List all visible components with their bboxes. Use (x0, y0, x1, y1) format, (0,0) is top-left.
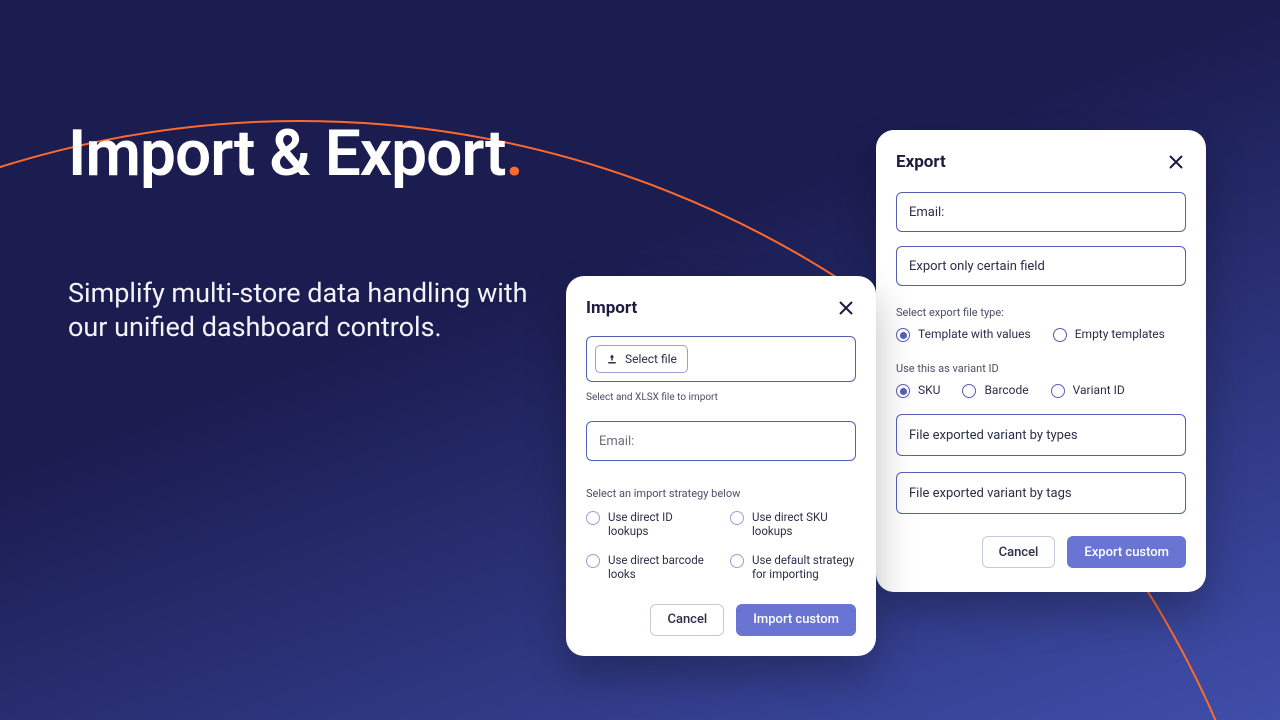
radio-use-default-strategy[interactable]: Use default strategy for importing (730, 553, 856, 582)
export-variant-id-label: Use this as variant ID (896, 362, 1186, 375)
export-only-certain-field-label: Export only certain field (909, 259, 1045, 274)
radio-dot-icon (896, 328, 910, 342)
radio-dot-icon (1053, 328, 1067, 342)
exported-variant-by-tags[interactable]: File exported variant by tags (896, 472, 1186, 514)
radio-label: Barcode (984, 383, 1028, 397)
exported-by-tags-label: File exported variant by tags (909, 486, 1072, 501)
radio-variant-id[interactable]: Variant ID (1051, 383, 1125, 398)
radio-label: Template with values (918, 327, 1031, 341)
radio-empty-templates[interactable]: Empty templates (1053, 327, 1165, 342)
radio-label: Empty templates (1075, 327, 1165, 341)
export-footer: Cancel Export custom (896, 536, 1186, 568)
select-file-label: Select file (625, 352, 677, 366)
radio-dot-icon (896, 384, 910, 398)
radio-label: Use direct ID lookups (608, 510, 712, 539)
radio-sku[interactable]: SKU (896, 383, 940, 398)
exported-by-types-label: File exported variant by types (909, 428, 1078, 443)
close-icon (838, 300, 854, 316)
export-dialog: Export Email: Export only certain field … (876, 130, 1206, 592)
export-file-type-group: Template with values Empty templates (896, 327, 1186, 342)
hero-block: Import & Export. Simplify multi-store da… (68, 120, 538, 345)
radio-use-direct-id[interactable]: Use direct ID lookups (586, 510, 712, 539)
radio-label: SKU (918, 383, 940, 397)
radio-use-direct-barcode[interactable]: Use direct barcode looks (586, 553, 712, 582)
radio-dot-icon (730, 511, 744, 525)
title-period: . (505, 116, 522, 191)
radio-template-with-values[interactable]: Template with values (896, 327, 1031, 342)
exported-variant-by-types[interactable]: File exported variant by types (896, 414, 1186, 456)
file-hint: Select and XLSX file to import (586, 392, 856, 403)
import-dialog: Import Select file Select and XLSX file … (566, 276, 876, 656)
file-drop-area[interactable]: Select file (586, 336, 856, 382)
button-label: Export custom (1084, 545, 1169, 560)
radio-label: Use direct SKU lookups (752, 510, 856, 539)
import-email-input[interactable]: Email: (586, 421, 856, 461)
radio-dot-icon (730, 554, 744, 568)
import-strategy-group: Use direct ID lookups Use direct SKU loo… (586, 510, 856, 582)
import-strategy-label: Select an import strategy below (586, 487, 856, 500)
select-file-button[interactable]: Select file (595, 345, 688, 373)
export-only-certain-field-input[interactable]: Export only certain field (896, 246, 1186, 286)
export-email-input[interactable]: Email: (896, 192, 1186, 232)
page-title: Import & Export. (68, 120, 538, 187)
import-email-placeholder: Email: (599, 434, 634, 449)
radio-barcode[interactable]: Barcode (962, 383, 1028, 398)
upload-icon (606, 353, 618, 365)
export-title: Export (896, 152, 946, 172)
import-custom-button[interactable]: Import custom (736, 604, 856, 636)
radio-use-direct-sku[interactable]: Use direct SKU lookups (730, 510, 856, 539)
import-footer: Cancel Import custom (586, 604, 856, 636)
button-label: Cancel (667, 612, 707, 627)
import-title: Import (586, 298, 637, 318)
radio-dot-icon (586, 511, 600, 525)
import-header: Import (586, 298, 856, 318)
close-icon (1168, 154, 1184, 170)
export-custom-button[interactable]: Export custom (1067, 536, 1186, 568)
export-file-type-label: Select export file type: (896, 306, 1186, 319)
radio-dot-icon (586, 554, 600, 568)
page-title-text: Import & Export (68, 116, 505, 191)
export-header: Export (896, 152, 1186, 172)
radio-label: Use direct barcode looks (608, 553, 712, 582)
radio-dot-icon (1051, 384, 1065, 398)
import-cancel-button[interactable]: Cancel (650, 604, 724, 636)
export-close-button[interactable] (1166, 152, 1186, 172)
export-cancel-button[interactable]: Cancel (982, 536, 1056, 568)
export-variant-id-group: SKU Barcode Variant ID (896, 383, 1186, 398)
import-close-button[interactable] (836, 298, 856, 318)
button-label: Cancel (999, 545, 1039, 560)
radio-label: Variant ID (1073, 383, 1125, 397)
page-subtitle: Simplify multi-store data handling with … (68, 277, 538, 345)
radio-label: Use default strategy for importing (752, 553, 856, 582)
export-email-placeholder: Email: (909, 205, 944, 220)
radio-dot-icon (962, 384, 976, 398)
button-label: Import custom (753, 612, 839, 627)
